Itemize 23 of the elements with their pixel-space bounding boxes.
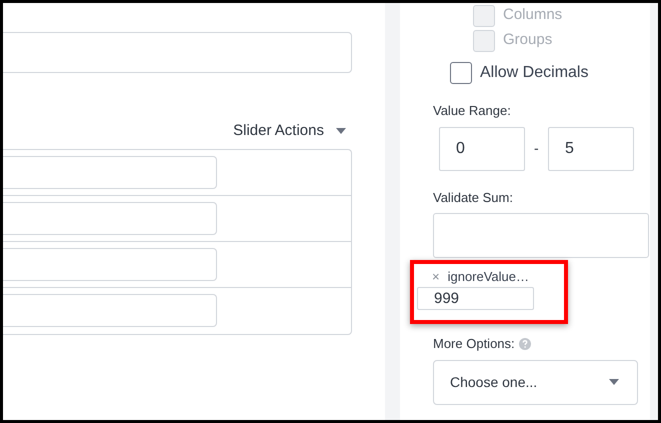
checkbox[interactable] xyxy=(450,62,472,84)
checkbox-label: Columns xyxy=(503,5,562,26)
field-label: Validate Sum: xyxy=(433,188,514,206)
text-field[interactable] xyxy=(3,32,352,73)
min-field[interactable]: 0 xyxy=(439,126,525,170)
sum-field[interactable] xyxy=(433,213,649,258)
slider-input[interactable] xyxy=(3,294,217,327)
tag-label: ignoreValue… xyxy=(448,270,530,283)
slider-input[interactable] xyxy=(3,248,217,280)
caret-icon xyxy=(336,128,346,134)
caret-icon xyxy=(609,379,619,385)
slider-input[interactable] xyxy=(3,156,217,188)
max-field[interactable]: 5 xyxy=(548,126,634,170)
slider-actions-dropdown[interactable]: Slider Actions xyxy=(233,120,346,142)
ignore-value-field[interactable]: 999 xyxy=(417,287,534,310)
help-icon xyxy=(518,338,531,350)
slider-input[interactable] xyxy=(3,202,217,234)
range-separator: - xyxy=(534,139,539,158)
checkbox-label: Allow Decimals xyxy=(480,63,588,83)
options-select[interactable]: Choose one... xyxy=(433,360,638,404)
field-label: Value Range: xyxy=(433,102,512,120)
field-label: More Options: xyxy=(433,335,515,353)
checkbox-label: Groups xyxy=(503,30,552,50)
